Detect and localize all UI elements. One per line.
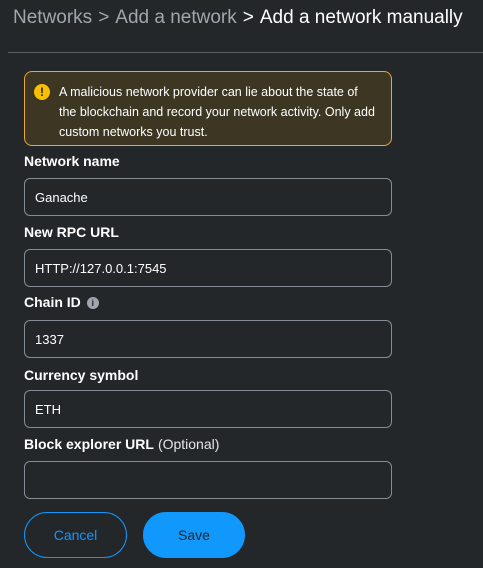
block-explorer-field[interactable] xyxy=(24,461,392,499)
currency-symbol-label: Currency symbol xyxy=(24,367,139,383)
block-explorer-label: Block explorer URL xyxy=(24,436,154,452)
network-name-field[interactable] xyxy=(24,178,392,216)
chain-id-label-row: Chain ID i xyxy=(24,293,99,311)
exclamation-icon: ! xyxy=(34,84,50,100)
info-icon[interactable]: i xyxy=(86,297,99,309)
warning-text: A malicious network provider can lie abo… xyxy=(59,85,375,139)
rpc-url-label: New RPC URL xyxy=(24,224,119,240)
chain-id-label: Chain ID xyxy=(24,294,81,310)
breadcrumb-add-network[interactable]: Add a network xyxy=(115,7,236,28)
header-divider xyxy=(8,52,483,53)
breadcrumb-separator: > xyxy=(98,7,110,28)
block-explorer-label-row: Block explorer URL (Optional) xyxy=(24,435,219,453)
page-title: Add a network manually xyxy=(259,7,463,28)
breadcrumb-separator: > xyxy=(242,7,254,28)
breadcrumb: Networks > Add a network > Add a network man… xyxy=(13,6,463,30)
cancel-button[interactable]: Cancel xyxy=(24,512,127,558)
save-button[interactable]: Save xyxy=(143,512,245,558)
warning-banner: ! A malicious network provider can lie a… xyxy=(24,71,392,146)
currency-symbol-field[interactable] xyxy=(24,390,392,428)
chain-id-field[interactable] xyxy=(24,320,392,358)
breadcrumb-networks[interactable]: Networks xyxy=(13,7,92,28)
network-name-label: Network name xyxy=(24,153,120,169)
rpc-url-field[interactable] xyxy=(24,249,392,287)
optional-tag: (Optional) xyxy=(157,436,220,452)
